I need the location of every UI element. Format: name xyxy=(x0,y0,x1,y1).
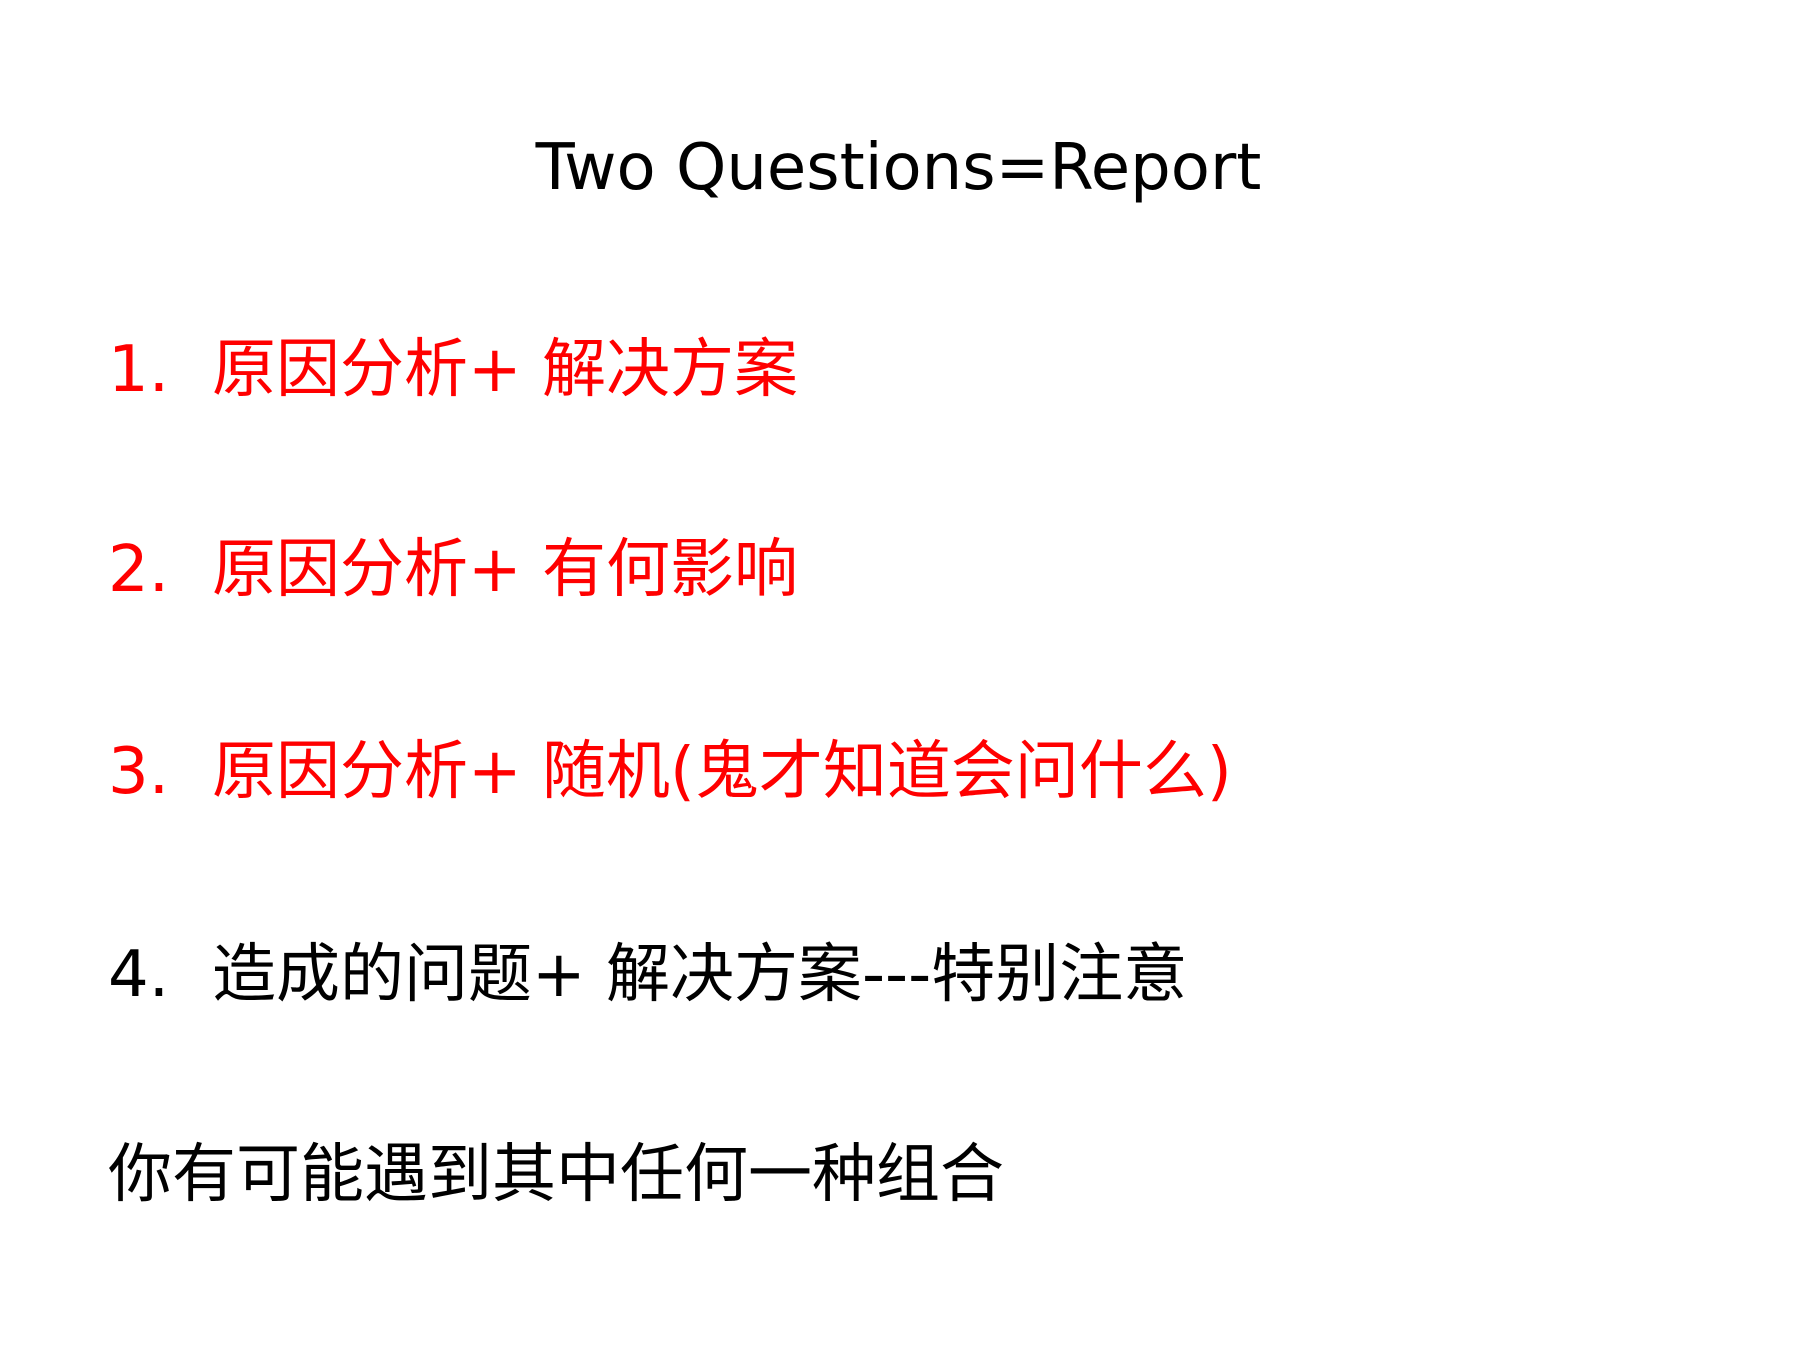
list-item-number: 1. xyxy=(108,333,170,407)
list-item-text: 原因分析+ 有何影响 xyxy=(212,533,798,607)
list-item-text: 原因分析+ 解决方案 xyxy=(212,333,798,407)
list-item-text: 原因分析+ 随机(鬼才知道会问什么) xyxy=(212,735,1232,809)
list-item-number: 3. xyxy=(108,735,170,809)
slide: Two Questions=Report 1. 原因分析+ 解决方案 2. 原因分析… xyxy=(0,0,1797,1348)
closing-note: 你有可能遇到其中任何一种组合 xyxy=(108,1138,1004,1212)
slide-title: Two Questions=Report xyxy=(535,131,1262,205)
list-item-2: 2. 原因分析+ 有何影响 xyxy=(108,525,798,615)
list-item-number: 4. xyxy=(108,938,170,1012)
list-item-number: 2. xyxy=(108,533,170,607)
list-item-1: 1. 原因分析+ 解决方案 xyxy=(108,325,798,415)
list-item-4: 4. 造成的问题+ 解决方案---特别注意 xyxy=(108,930,1187,1020)
list-item-text: 造成的问题+ 解决方案---特别注意 xyxy=(212,938,1188,1012)
list-item-3: 3. 原因分析+ 随机(鬼才知道会问什么) xyxy=(108,727,1232,817)
